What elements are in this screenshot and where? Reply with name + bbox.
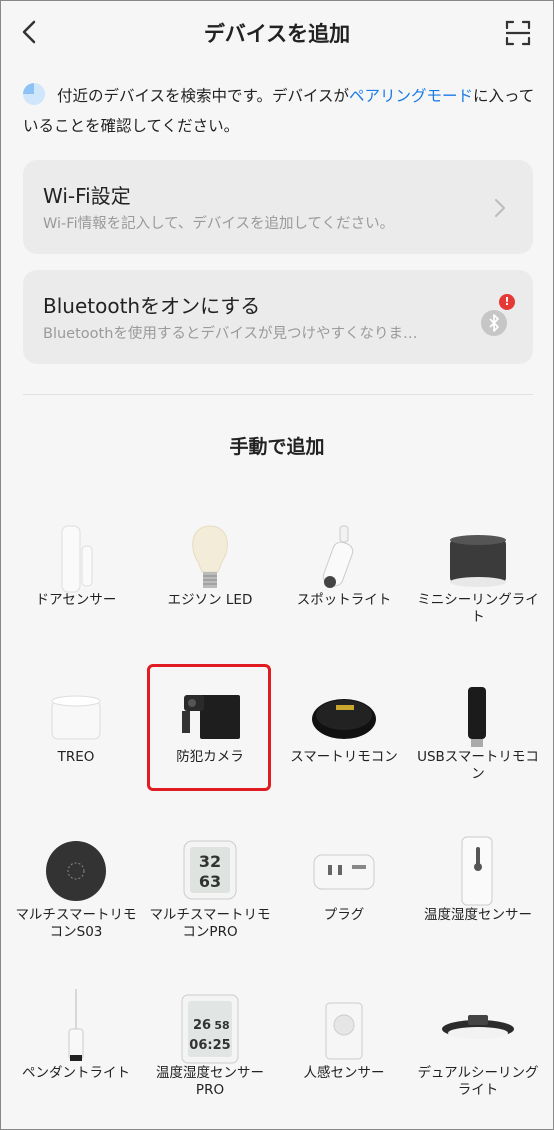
door-sensor-icon: [61, 525, 93, 593]
wifi-card-subtitle: Wi-Fi情報を記入して、デバイスを追加してください。: [43, 216, 395, 232]
top-bar: デバイスを追加: [1, 1, 553, 65]
device-smart-remote[interactable]: スマートリモコン: [277, 663, 411, 813]
device-temp-humidity-pro[interactable]: 26 58 06:25 温度湿度センサーPRO: [143, 979, 277, 1129]
selection-highlight: [147, 664, 271, 791]
mini-ceiling-light-icon: [450, 535, 506, 587]
temp-humidity-sensor-icon: [461, 836, 493, 906]
chevron-right-icon: [495, 199, 505, 217]
multi-remote-pro-icon: 32 63: [183, 840, 237, 900]
device-edison-led[interactable]: エジソン LED: [143, 506, 277, 656]
device-motion-sensor[interactable]: 人感センサー: [277, 979, 411, 1129]
search-notice: 付近のデバイスを検索中です。デバイスがペアリングモードに入っていることを確認して…: [23, 81, 535, 141]
smart-plug-icon: [313, 854, 375, 890]
svg-text:26: 26: [193, 1018, 211, 1033]
page-title: デバイスを追加: [203, 22, 351, 46]
device-multi-remote-s03[interactable]: マルチスマートリモコンS03: [9, 821, 143, 971]
bluetooth-icon: !: [481, 294, 515, 336]
dual-ceiling-light-icon: [442, 1015, 514, 1039]
svg-text:32: 32: [199, 852, 221, 871]
multi-remote-s03-icon: [46, 841, 106, 901]
device-treo[interactable]: TREO: [9, 663, 143, 813]
scan-qr-icon[interactable]: [505, 20, 531, 46]
pendant-light-icon: [68, 989, 84, 1061]
device-temp-humidity-sensor[interactable]: 温度湿度センサー: [411, 821, 545, 971]
svg-text:06:25: 06:25: [189, 1038, 230, 1053]
device-pendant-light[interactable]: ペンダントライト: [9, 979, 143, 1129]
notice-text-before: 付近のデバイスを検索中です。デバイスが: [57, 87, 350, 105]
temp-humidity-pro-icon: 26 58 06:25: [181, 994, 239, 1064]
device-mini-ceiling-light[interactable]: ミニシーリングライト: [411, 506, 545, 656]
device-multi-remote-pro[interactable]: 32 63 マルチスマートリモコンPRO: [143, 821, 277, 971]
smart-remote-icon: [312, 699, 376, 739]
manual-add-heading: 手動で追加: [229, 436, 325, 458]
device-smart-plug[interactable]: プラグ: [277, 821, 411, 971]
warning-badge: !: [499, 294, 515, 310]
device-dual-ceiling-light[interactable]: デュアルシーリングライト: [411, 979, 545, 1129]
device-door-sensor[interactable]: ドアセンサー: [9, 506, 143, 656]
bluetooth-card[interactable]: Bluetoothをオンにする Bluetoothを使用するとデバイスが見つけや…: [23, 270, 533, 364]
device-spotlight[interactable]: スポットライト: [277, 506, 411, 656]
wifi-settings-card[interactable]: Wi-Fi設定 Wi-Fi情報を記入して、デバイスを追加してください。: [23, 160, 533, 254]
section-divider: [23, 394, 533, 395]
pairing-mode-link[interactable]: ペアリングモード: [349, 87, 473, 105]
spotlight-icon: [322, 525, 354, 588]
svg-text:58: 58: [214, 1019, 229, 1032]
motion-sensor-icon: [325, 1002, 363, 1060]
edison-bulb-icon: [192, 525, 228, 588]
searching-spinner-icon: [23, 83, 45, 105]
svg-text:63: 63: [199, 872, 221, 891]
treo-light-icon: [51, 695, 101, 740]
bluetooth-card-subtitle: Bluetoothを使用するとデバイスが見つけやすくなりま…: [43, 326, 418, 342]
wifi-card-title: Wi-Fi設定: [43, 184, 131, 208]
bluetooth-card-title: Bluetoothをオンにする: [43, 294, 261, 318]
usb-remote-icon: [468, 687, 486, 747]
device-usb-remote[interactable]: USBスマートリモコン: [411, 663, 545, 813]
